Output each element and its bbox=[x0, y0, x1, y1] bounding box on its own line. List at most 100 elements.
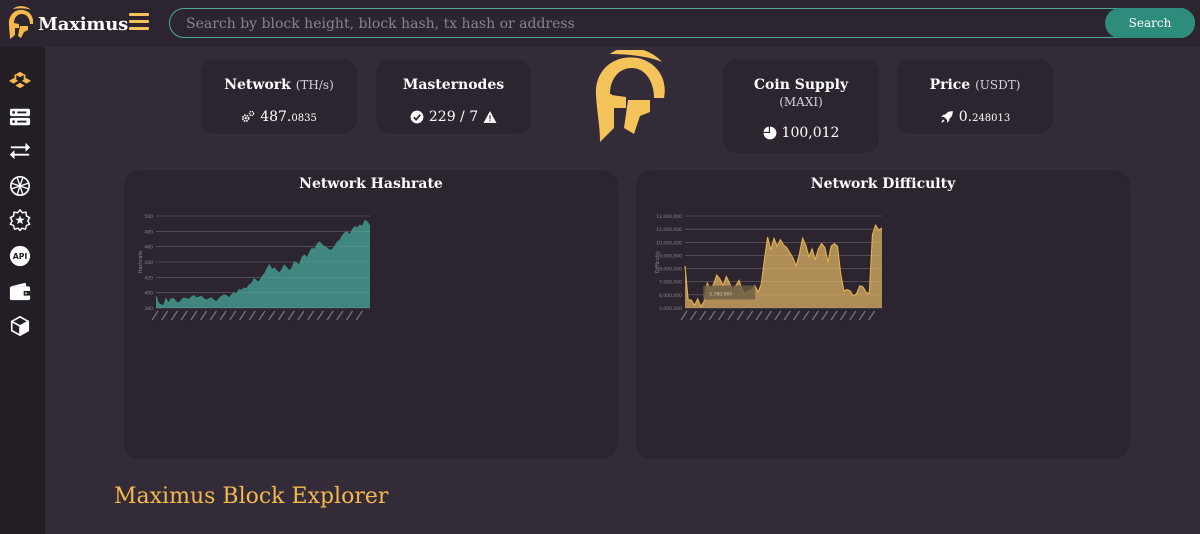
x-tick-label bbox=[170, 310, 178, 321]
x-tick-label bbox=[868, 310, 876, 321]
x-tick-label bbox=[736, 310, 744, 321]
x-tick-label bbox=[209, 310, 217, 321]
y-tick-label: 8,000,000 bbox=[659, 267, 682, 273]
price-title: Price (USDT) bbox=[929, 77, 1021, 93]
search-input[interactable] bbox=[184, 9, 1088, 39]
hashrate-chart[interactable]: 380 400 420 440 460 480 500 Hashrate bbox=[124, 170, 618, 459]
x-tick-label bbox=[161, 310, 169, 321]
badge-icon[interactable] bbox=[9, 209, 31, 231]
x-tick-label bbox=[190, 310, 198, 321]
page-title: Maximus Block Explorer bbox=[114, 484, 389, 509]
difficulty-chart[interactable]: 5,000,000 6,000,000 7,000,000 8,000,000 9,00… bbox=[636, 170, 1130, 459]
top-bar: Maximus Search bbox=[0, 0, 1200, 47]
x-tick-label bbox=[802, 310, 810, 321]
x-tick-label bbox=[326, 310, 334, 321]
coin-supply-unit: (MAXI) bbox=[779, 95, 823, 109]
x-tick-label bbox=[355, 310, 363, 321]
x-tick-label bbox=[336, 310, 344, 321]
y-tick-label: 420 bbox=[144, 275, 153, 281]
masternodes-value: 229 / 7 bbox=[376, 109, 531, 125]
x-tick-label bbox=[346, 310, 354, 321]
network-icon[interactable] bbox=[9, 175, 31, 197]
brand[interactable]: Maximus bbox=[4, 4, 128, 44]
x-tick-label bbox=[248, 310, 256, 321]
cube-icon[interactable] bbox=[9, 315, 31, 337]
price-value: 0.248013 bbox=[897, 109, 1053, 125]
y-tick-label: 480 bbox=[144, 229, 153, 235]
transactions-icon[interactable] bbox=[9, 140, 31, 162]
x-tick-label bbox=[764, 310, 772, 321]
x-tick-label bbox=[268, 310, 276, 321]
price-card: Price (USDT) 0.248013 bbox=[897, 59, 1053, 134]
x-tick-label bbox=[727, 310, 735, 321]
x-tick-label bbox=[849, 310, 857, 321]
svg-text:API: API bbox=[13, 252, 28, 261]
x-tick-label bbox=[297, 310, 305, 321]
gears-icon bbox=[242, 110, 255, 122]
x-tick-label bbox=[830, 310, 838, 321]
coin-supply-title: Coin Supply bbox=[753, 77, 849, 93]
x-tick-label bbox=[793, 310, 801, 321]
tooltip-text: 5.780,060 bbox=[709, 291, 732, 297]
sidebar: API bbox=[0, 47, 45, 534]
x-tick-label bbox=[746, 310, 754, 321]
y-tick-label: 440 bbox=[144, 260, 153, 266]
masternodes-card: Masternodes 229 / 7 bbox=[376, 59, 531, 134]
y-tick-label: 6,000,000 bbox=[659, 293, 682, 299]
wallet-icon[interactable] bbox=[9, 280, 31, 302]
pie-chart-icon bbox=[763, 126, 776, 140]
coin-supply-card: Coin Supply (MAXI) 100,012 bbox=[723, 59, 879, 153]
y-tick-label: 380 bbox=[144, 306, 153, 312]
x-tick-label bbox=[774, 310, 782, 321]
x-tick-label bbox=[689, 310, 697, 321]
x-tick-label bbox=[821, 310, 829, 321]
search-button[interactable]: Search bbox=[1105, 8, 1195, 38]
api-icon[interactable]: API bbox=[9, 245, 31, 267]
x-tick-label bbox=[783, 310, 791, 321]
coin-supply-value: 100,012 bbox=[723, 125, 879, 141]
masternodes-title: Masternodes bbox=[402, 77, 505, 93]
y-tick-label: 10,000,000 bbox=[656, 240, 682, 246]
warning-icon bbox=[483, 111, 497, 123]
y-axis-label: Hashrate bbox=[138, 251, 144, 274]
x-tick-label bbox=[316, 310, 324, 321]
server-icon[interactable] bbox=[9, 106, 31, 128]
y-axis-label: Difficulty bbox=[655, 251, 661, 273]
x-tick-label bbox=[718, 310, 726, 321]
x-tick-label bbox=[699, 310, 707, 321]
network-hashrate-card: Network (TH/s) 487.0835 bbox=[201, 59, 357, 134]
menu-toggle-icon[interactable] bbox=[129, 13, 149, 31]
x-tick-label bbox=[151, 310, 159, 321]
x-tick-label bbox=[858, 310, 866, 321]
spartan-helmet-logo-icon bbox=[8, 6, 34, 39]
network-title: Network (TH/s) bbox=[224, 77, 334, 93]
brand-name: Maximus bbox=[38, 13, 129, 35]
x-tick-label bbox=[811, 310, 819, 321]
y-tick-label: 400 bbox=[144, 291, 153, 297]
x-tick-label bbox=[258, 310, 266, 321]
y-tick-label: 9,000,000 bbox=[659, 253, 682, 259]
blocks-icon[interactable] bbox=[9, 69, 31, 91]
y-tick-label: 460 bbox=[144, 245, 153, 251]
y-tick-label: 11,000,000 bbox=[656, 227, 682, 233]
y-tick-label: 7,000,000 bbox=[659, 280, 682, 286]
x-tick-label bbox=[307, 310, 315, 321]
search-bar: Search bbox=[169, 8, 1195, 39]
spartan-helmet-hero-icon bbox=[595, 50, 665, 142]
x-tick-label bbox=[839, 310, 847, 321]
x-tick-label bbox=[287, 310, 295, 321]
y-tick-label: 12,000,000 bbox=[656, 214, 682, 220]
x-tick-label bbox=[680, 310, 688, 321]
x-tick-label bbox=[708, 310, 716, 321]
x-tick-label bbox=[200, 310, 208, 321]
x-tick-label bbox=[755, 310, 763, 321]
x-tick-label bbox=[219, 310, 227, 321]
hashrate-chart-card: Network Hashrate 380 400 420 440 460 480 500 Ha… bbox=[124, 170, 618, 459]
area-fill bbox=[156, 220, 370, 308]
check-circle-icon bbox=[410, 110, 424, 124]
x-tick-label bbox=[239, 310, 247, 321]
y-tick-label: 500 bbox=[144, 214, 153, 220]
difficulty-chart-card: Network Difficulty 5,000,000 6,000,000 7,0… bbox=[636, 170, 1130, 459]
x-tick-label bbox=[180, 310, 188, 321]
rocket-icon bbox=[940, 111, 953, 123]
